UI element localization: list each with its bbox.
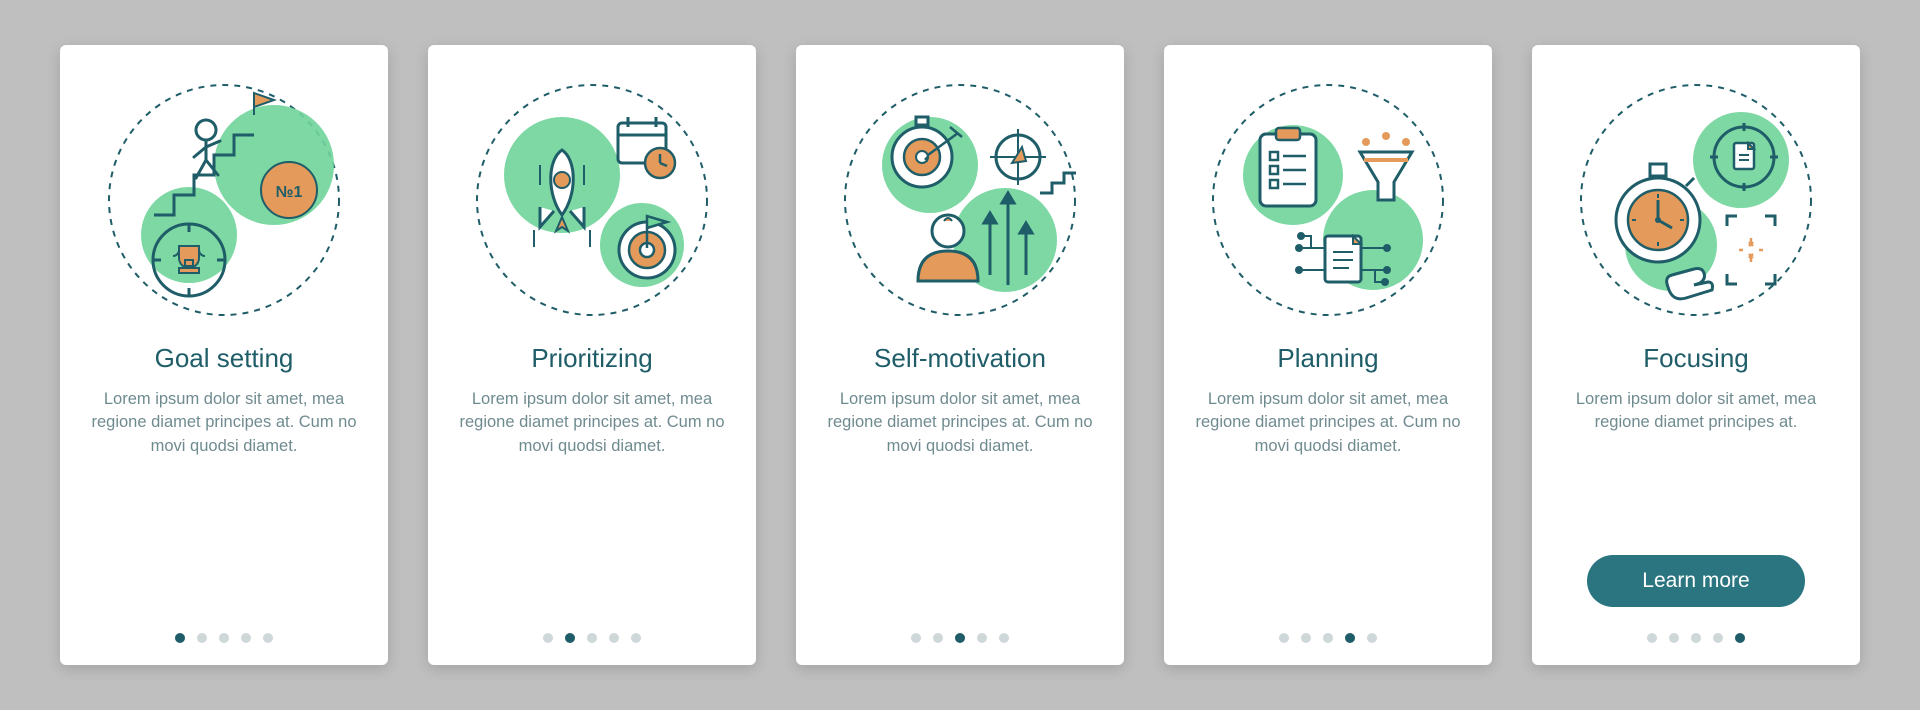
card-description: Lorem ipsum dolor sit amet, mea regione … bbox=[1560, 388, 1832, 555]
pagination-dot[interactable] bbox=[175, 633, 185, 643]
card-title: Prioritizing bbox=[531, 343, 652, 374]
onboarding-card-focusing: Focusing Lorem ipsum dolor sit amet, mea… bbox=[1532, 45, 1860, 665]
prioritizing-icon bbox=[462, 75, 722, 325]
focusing-icon bbox=[1566, 75, 1826, 325]
card-description: Lorem ipsum dolor sit amet, mea regione … bbox=[824, 388, 1096, 585]
pagination-dot[interactable] bbox=[1279, 633, 1289, 643]
card-description: Lorem ipsum dolor sit amet, mea regione … bbox=[1192, 388, 1464, 585]
pagination-dot[interactable] bbox=[1713, 633, 1723, 643]
pagination-dot[interactable] bbox=[631, 633, 641, 643]
pagination-dot[interactable] bbox=[609, 633, 619, 643]
onboarding-card-self-motivation: Self-motivation Lorem ipsum dolor sit am… bbox=[796, 45, 1124, 665]
pagination-dot[interactable] bbox=[955, 633, 965, 643]
onboarding-card-goal-setting: №1 Goal setting Lorem ipsum dolor sit am… bbox=[60, 45, 388, 665]
pagination-dot[interactable] bbox=[197, 633, 207, 643]
planning-icon bbox=[1198, 75, 1458, 325]
pagination-dot[interactable] bbox=[1691, 633, 1701, 643]
pagination-dots bbox=[911, 625, 1009, 643]
card-title: Goal setting bbox=[155, 343, 294, 374]
pagination-dot[interactable] bbox=[1301, 633, 1311, 643]
pagination-dots bbox=[1279, 625, 1377, 643]
card-description: Lorem ipsum dolor sit amet, mea regione … bbox=[88, 388, 360, 585]
card-title: Planning bbox=[1277, 343, 1378, 374]
pagination-dots bbox=[175, 625, 273, 643]
card-title: Focusing bbox=[1643, 343, 1749, 374]
pagination-dot[interactable] bbox=[1647, 633, 1657, 643]
pagination-dot[interactable] bbox=[933, 633, 943, 643]
pagination-dot[interactable] bbox=[1669, 633, 1679, 643]
goal-setting-icon: №1 bbox=[94, 75, 354, 325]
pagination-dot[interactable] bbox=[1323, 633, 1333, 643]
pagination-dot[interactable] bbox=[999, 633, 1009, 643]
pagination-dot[interactable] bbox=[1345, 633, 1355, 643]
card-description: Lorem ipsum dolor sit amet, mea regione … bbox=[456, 388, 728, 585]
self-motivation-icon bbox=[830, 75, 1090, 325]
onboarding-card-prioritizing: Prioritizing Lorem ipsum dolor sit amet,… bbox=[428, 45, 756, 665]
pagination-dot[interactable] bbox=[263, 633, 273, 643]
svg-text:№1: №1 bbox=[276, 184, 303, 201]
pagination-dot[interactable] bbox=[1367, 633, 1377, 643]
pagination-dot[interactable] bbox=[565, 633, 575, 643]
pagination-dot[interactable] bbox=[977, 633, 987, 643]
pagination-dot[interactable] bbox=[241, 633, 251, 643]
pagination-dot[interactable] bbox=[911, 633, 921, 643]
card-title: Self-motivation bbox=[874, 343, 1046, 374]
pagination-dot[interactable] bbox=[543, 633, 553, 643]
pagination-dots bbox=[543, 625, 641, 643]
learn-more-button[interactable]: Learn more bbox=[1587, 555, 1805, 607]
pagination-dots bbox=[1647, 625, 1745, 643]
onboarding-card-planning: Planning Lorem ipsum dolor sit amet, mea… bbox=[1164, 45, 1492, 665]
pagination-dot[interactable] bbox=[587, 633, 597, 643]
pagination-dot[interactable] bbox=[219, 633, 229, 643]
pagination-dot[interactable] bbox=[1735, 633, 1745, 643]
